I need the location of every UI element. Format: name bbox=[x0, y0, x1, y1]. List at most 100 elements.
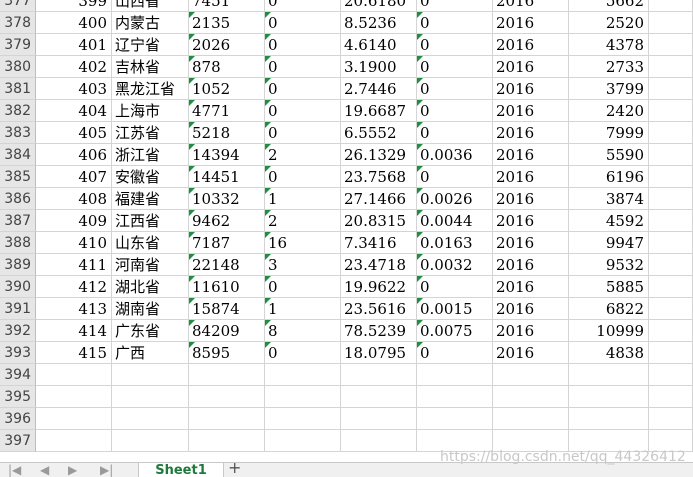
table-cell[interactable]: 26.1329 bbox=[341, 144, 417, 166]
table-cell[interactable]: 5590 bbox=[569, 144, 649, 166]
table-cell[interactable]: 吉林省 bbox=[112, 56, 189, 78]
table-cell[interactable] bbox=[649, 144, 693, 166]
table-cell[interactable]: 2016 bbox=[493, 78, 569, 100]
table-cell[interactable] bbox=[649, 78, 693, 100]
table-cell[interactable] bbox=[649, 386, 693, 408]
table-cell[interactable]: 河南省 bbox=[112, 254, 189, 276]
table-cell[interactable]: 江西省 bbox=[112, 210, 189, 232]
table-cell[interactable]: 15874 bbox=[189, 298, 265, 320]
table-cell[interactable]: 2016 bbox=[493, 298, 569, 320]
row-header[interactable]: 396 bbox=[0, 408, 36, 430]
table-cell[interactable]: 0 bbox=[417, 122, 493, 144]
table-cell[interactable] bbox=[649, 408, 693, 430]
table-cell[interactable]: 2016 bbox=[493, 34, 569, 56]
row-header[interactable]: 385 bbox=[0, 166, 36, 188]
table-cell[interactable]: 2733 bbox=[569, 56, 649, 78]
table-cell[interactable]: 409 bbox=[36, 210, 112, 232]
table-cell[interactable]: 7187 bbox=[189, 232, 265, 254]
table-cell[interactable]: 6196 bbox=[569, 166, 649, 188]
table-cell[interactable]: 10332 bbox=[189, 188, 265, 210]
table-cell[interactable] bbox=[649, 298, 693, 320]
row-header[interactable]: 389 bbox=[0, 254, 36, 276]
table-cell[interactable]: 18.0795 bbox=[341, 342, 417, 364]
table-cell[interactable]: 0 bbox=[265, 0, 341, 12]
plus-icon[interactable]: + bbox=[228, 463, 241, 476]
table-cell[interactable] bbox=[649, 364, 693, 386]
table-cell[interactable]: 19.6687 bbox=[341, 100, 417, 122]
table-cell[interactable]: 0 bbox=[265, 34, 341, 56]
table-cell[interactable]: 2135 bbox=[189, 12, 265, 34]
table-cell[interactable]: 0 bbox=[265, 100, 341, 122]
table-cell[interactable] bbox=[417, 364, 493, 386]
table-cell[interactable]: 0 bbox=[417, 342, 493, 364]
table-cell[interactable]: 2016 bbox=[493, 56, 569, 78]
table-cell[interactable]: 11610 bbox=[189, 276, 265, 298]
table-cell[interactable]: 山西省 bbox=[112, 0, 189, 12]
table-cell[interactable]: 16 bbox=[265, 232, 341, 254]
table-cell[interactable]: 413 bbox=[36, 298, 112, 320]
table-cell[interactable]: 0.0044 bbox=[417, 210, 493, 232]
table-cell[interactable] bbox=[112, 364, 189, 386]
last-sheet-icon[interactable]: ▶| bbox=[100, 464, 113, 477]
row-header[interactable]: 379 bbox=[0, 34, 36, 56]
table-cell[interactable]: 福建省 bbox=[112, 188, 189, 210]
table-cell[interactable]: 0 bbox=[265, 166, 341, 188]
table-cell[interactable]: 27.1466 bbox=[341, 188, 417, 210]
table-cell[interactable] bbox=[265, 386, 341, 408]
table-cell[interactable]: 广东省 bbox=[112, 320, 189, 342]
table-cell[interactable]: 8 bbox=[265, 320, 341, 342]
table-cell[interactable]: 2016 bbox=[493, 122, 569, 144]
table-cell[interactable]: 403 bbox=[36, 78, 112, 100]
table-cell[interactable]: 7.3416 bbox=[341, 232, 417, 254]
table-cell[interactable]: 400 bbox=[36, 12, 112, 34]
spreadsheet-grid[interactable]: 377 399 山西省 7451 0 20.6180 0 2016 5662 378 400 内蒙古 2… bbox=[0, 0, 693, 462]
table-cell[interactable] bbox=[189, 408, 265, 430]
table-cell[interactable]: 2016 bbox=[493, 276, 569, 298]
table-cell[interactable]: 2016 bbox=[493, 254, 569, 276]
table-cell[interactable] bbox=[649, 166, 693, 188]
table-cell[interactable] bbox=[649, 254, 693, 276]
table-cell[interactable]: 2520 bbox=[569, 12, 649, 34]
table-cell[interactable] bbox=[189, 364, 265, 386]
row-header[interactable]: 387 bbox=[0, 210, 36, 232]
table-cell[interactable]: 0 bbox=[265, 122, 341, 144]
table-cell[interactable]: 2016 bbox=[493, 210, 569, 232]
table-cell[interactable]: 0 bbox=[265, 342, 341, 364]
table-cell[interactable]: 9462 bbox=[189, 210, 265, 232]
table-cell[interactable]: 2016 bbox=[493, 342, 569, 364]
table-cell[interactable] bbox=[36, 386, 112, 408]
table-cell[interactable] bbox=[265, 430, 341, 452]
table-cell[interactable]: 0 bbox=[417, 166, 493, 188]
table-cell[interactable]: 2026 bbox=[189, 34, 265, 56]
table-cell[interactable]: 415 bbox=[36, 342, 112, 364]
table-cell[interactable]: 2016 bbox=[493, 144, 569, 166]
table-cell[interactable] bbox=[649, 56, 693, 78]
table-cell[interactable] bbox=[649, 100, 693, 122]
table-cell[interactable]: 404 bbox=[36, 100, 112, 122]
row-header[interactable]: 381 bbox=[0, 78, 36, 100]
table-cell[interactable]: 5662 bbox=[569, 0, 649, 12]
table-cell[interactable]: 78.5239 bbox=[341, 320, 417, 342]
table-cell[interactable]: 江苏省 bbox=[112, 122, 189, 144]
table-cell[interactable]: 湖南省 bbox=[112, 298, 189, 320]
table-cell[interactable]: 5218 bbox=[189, 122, 265, 144]
table-cell[interactable]: 内蒙古 bbox=[112, 12, 189, 34]
table-cell[interactable]: 406 bbox=[36, 144, 112, 166]
row-header[interactable]: 394 bbox=[0, 364, 36, 386]
table-cell[interactable]: 22148 bbox=[189, 254, 265, 276]
table-cell[interactable]: 4592 bbox=[569, 210, 649, 232]
row-header[interactable]: 390 bbox=[0, 276, 36, 298]
table-cell[interactable]: 2016 bbox=[493, 232, 569, 254]
table-cell[interactable]: 412 bbox=[36, 276, 112, 298]
table-cell[interactable] bbox=[112, 386, 189, 408]
row-header[interactable]: 380 bbox=[0, 56, 36, 78]
table-cell[interactable] bbox=[36, 364, 112, 386]
table-cell[interactable]: 0 bbox=[417, 0, 493, 12]
row-header[interactable]: 397 bbox=[0, 430, 36, 452]
table-cell[interactable] bbox=[649, 276, 693, 298]
row-header[interactable]: 378 bbox=[0, 12, 36, 34]
table-cell[interactable]: 0 bbox=[417, 56, 493, 78]
table-cell[interactable] bbox=[417, 408, 493, 430]
table-cell[interactable]: 7451 bbox=[189, 0, 265, 12]
table-cell[interactable]: 2420 bbox=[569, 100, 649, 122]
